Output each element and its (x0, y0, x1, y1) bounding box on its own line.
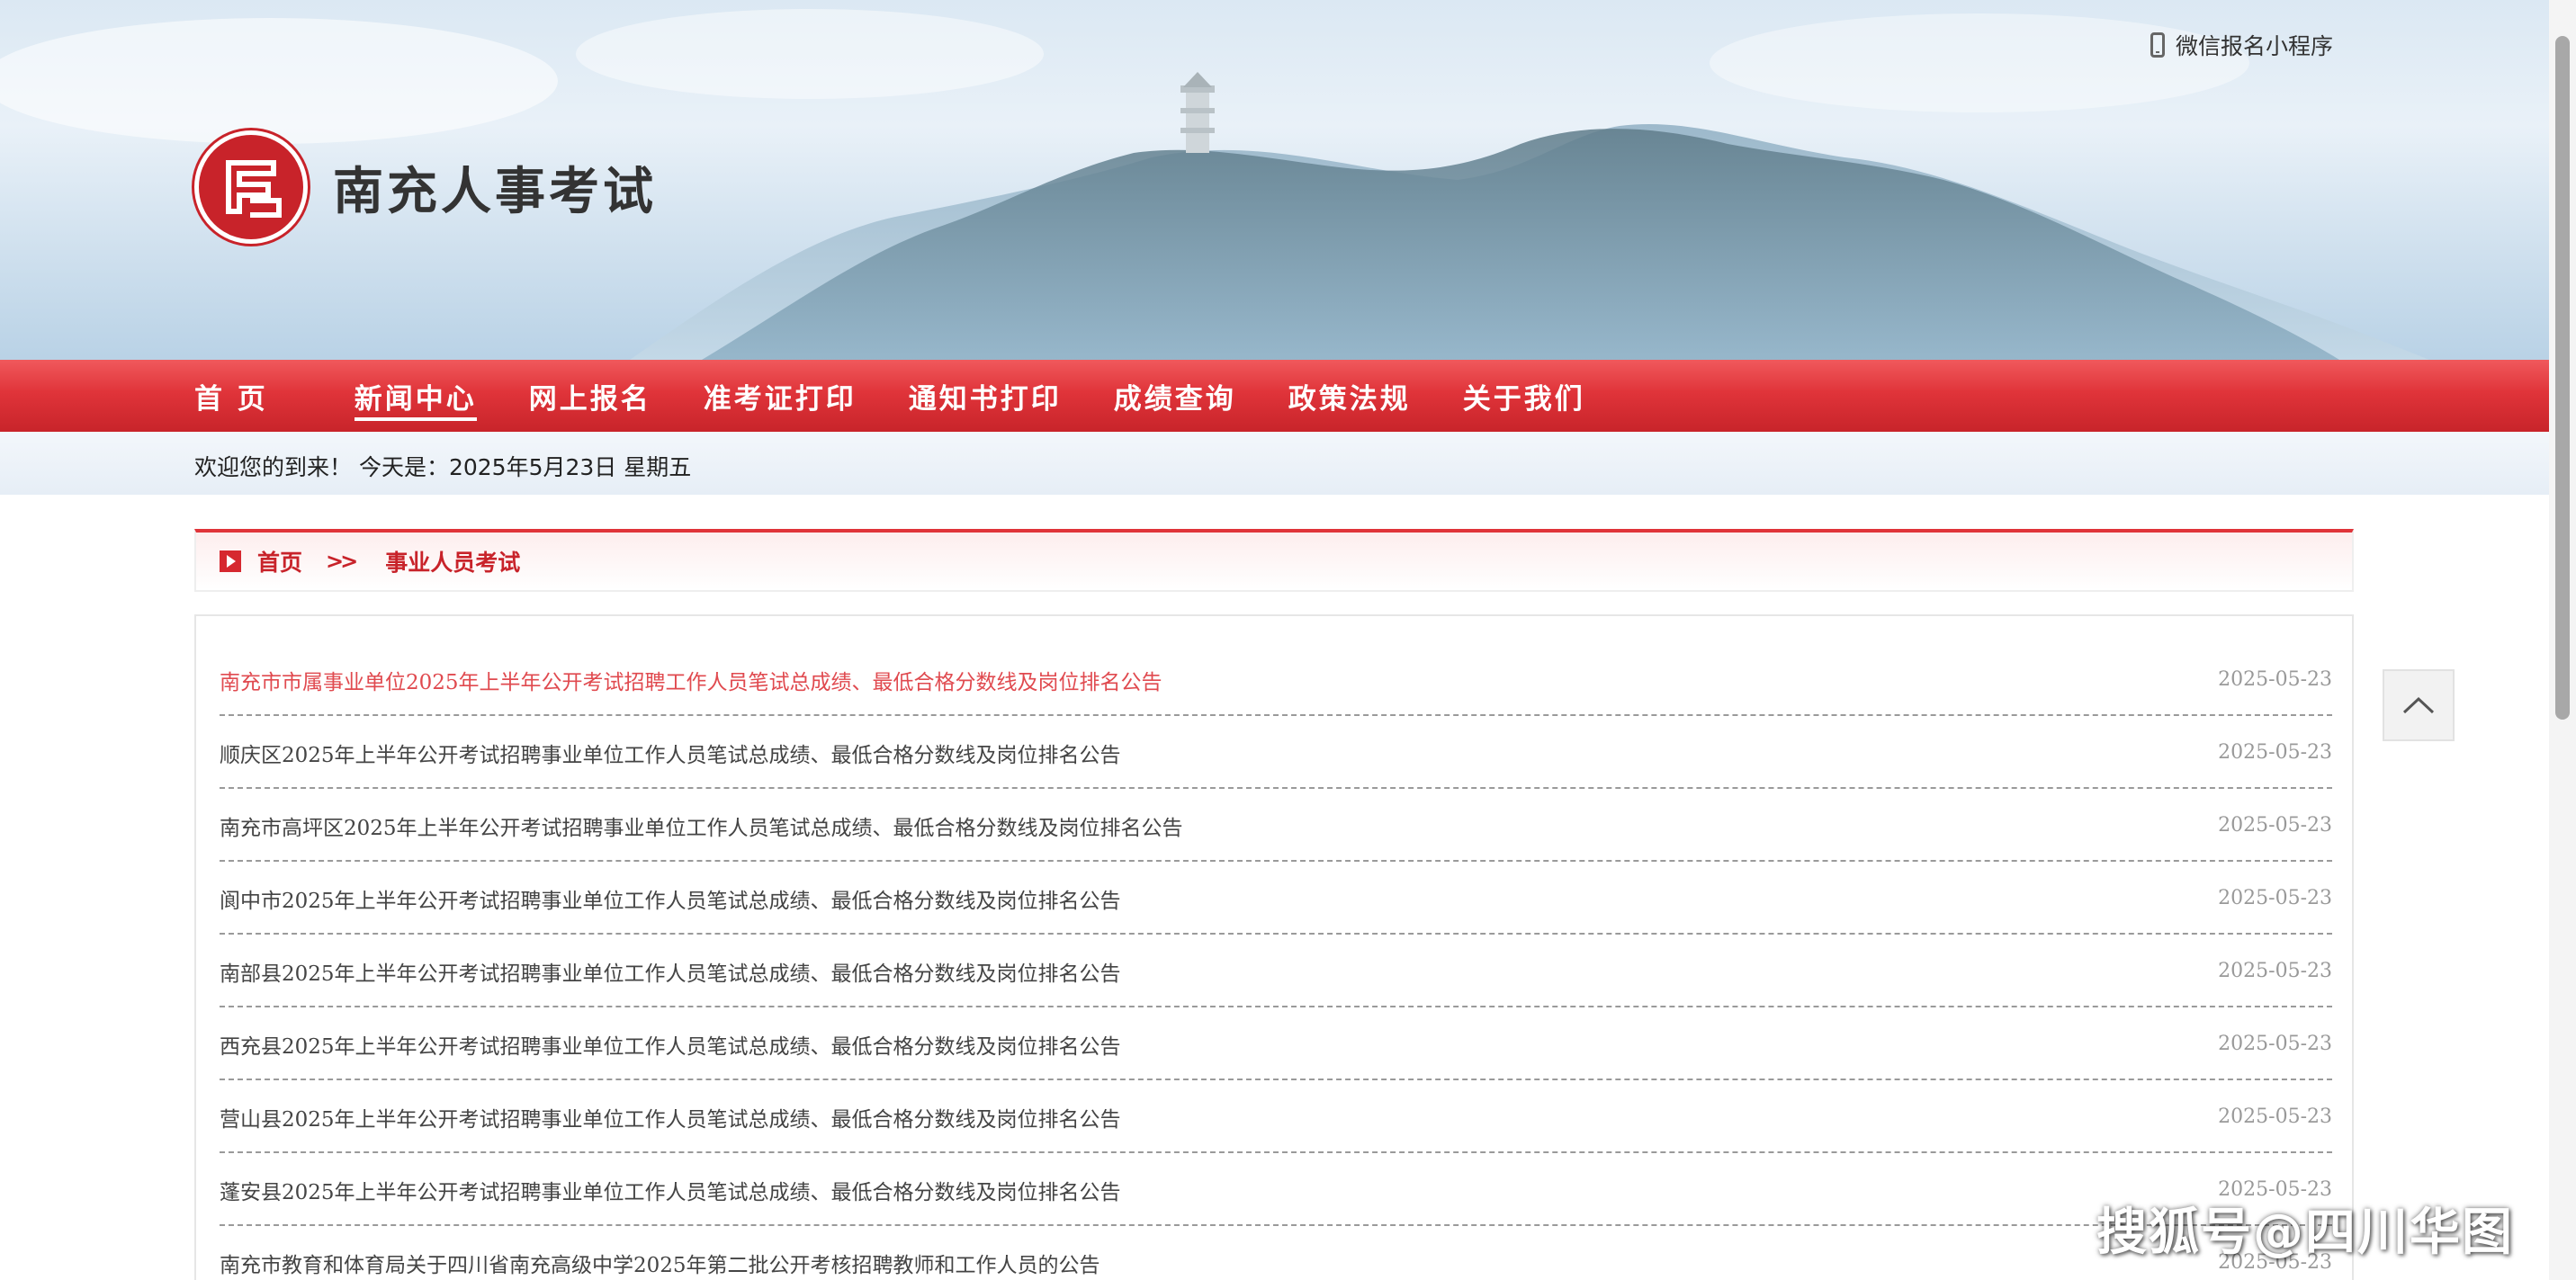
site-title: 南充人事考试 (333, 162, 657, 221)
nav-item-score-query[interactable]: 成绩查询 (1114, 360, 1236, 432)
article-date: 2025-05-23 (2218, 887, 2332, 909)
article-date: 2025-05-23 (2218, 1105, 2332, 1128)
article-date: 2025-05-23 (2218, 741, 2332, 764)
header-banner: 微信报名小程序 南充人事考试 (0, 0, 2549, 360)
play-icon (220, 550, 241, 572)
list-item[interactable]: 西充县2025年上半年公开考试招聘事业单位工作人员笔试总成绩、最低合格分数线及岗… (220, 1007, 2332, 1080)
breadcrumb-separator: >> (326, 549, 358, 574)
list-item[interactable]: 南充市教育和体育局关于四川省南充高级中学2025年第二批公开考核招聘教师和工作人… (220, 1226, 2332, 1280)
mini-program-link[interactable]: 微信报名小程序 (2150, 29, 2333, 61)
chevron-up-icon (2402, 696, 2435, 714)
article-date: 2025-05-23 (2218, 1033, 2332, 1055)
welcome-text: 欢迎您的到来！ 今天是：2025年5月23日 星期五 (194, 454, 692, 480)
article-title-link[interactable]: 西充县2025年上半年公开考试招聘事业单位工作人员笔试总成绩、最低合格分数线及岗… (220, 1029, 1121, 1060)
article-date: 2025-05-23 (2218, 814, 2332, 837)
article-title-link[interactable]: 蓬安县2025年上半年公开考试招聘事业单位工作人员笔试总成绩、最低合格分数线及岗… (220, 1175, 1121, 1205)
article-title-link[interactable]: 顺庆区2025年上半年公开考试招聘事业单位工作人员笔试总成绩、最低合格分数线及岗… (220, 738, 1121, 768)
article-list: 南充市市属事业单位2025年上半年公开考试招聘工作人员笔试总成绩、最低合格分数线… (220, 643, 2332, 1280)
article-list-box: 南充市市属事业单位2025年上半年公开考试招聘工作人员笔试总成绩、最低合格分数线… (194, 614, 2354, 1280)
nav-item-news-center[interactable]: 新闻中心 (354, 360, 477, 432)
article-title-link[interactable]: 南充市教育和体育局关于四川省南充高级中学2025年第二批公开考核招聘教师和工作人… (220, 1248, 1100, 1278)
article-title-link[interactable]: 南充市高坪区2025年上半年公开考试招聘事业单位工作人员笔试总成绩、最低合格分数… (220, 810, 1183, 841)
nav-item-home[interactable]: 首 页 (194, 360, 268, 432)
list-item[interactable]: 顺庆区2025年上半年公开考试招聘事业单位工作人员笔试总成绩、最低合格分数线及岗… (220, 716, 2332, 789)
mini-program-label: 微信报名小程序 (2175, 33, 2333, 59)
list-item[interactable]: 南充市市属事业单位2025年上半年公开考试招聘工作人员笔试总成绩、最低合格分数线… (220, 643, 2332, 716)
seal-logo-icon (194, 130, 308, 244)
article-title-link[interactable]: 南充市市属事业单位2025年上半年公开考试招聘工作人员笔试总成绩、最低合格分数线… (220, 665, 1162, 695)
nav-item-notice-print[interactable]: 通知书打印 (909, 360, 1062, 432)
back-to-top-button[interactable] (2383, 669, 2455, 741)
phone-icon (2150, 32, 2165, 58)
list-item[interactable]: 营山县2025年上半年公开考试招聘事业单位工作人员笔试总成绩、最低合格分数线及岗… (220, 1080, 2332, 1153)
breadcrumb-home-link[interactable]: 首页 (257, 545, 302, 577)
main-nav: 首 页 新闻中心 网上报名 准考证打印 通知书打印 成绩查询 政策法规 关于我们 (0, 360, 2549, 432)
article-title-link[interactable]: 南部县2025年上半年公开考试招聘事业单位工作人员笔试总成绩、最低合格分数线及岗… (220, 956, 1121, 987)
watermark-text: 搜狐号@四川华图 (2096, 1204, 2514, 1262)
welcome-bar: 欢迎您的到来！ 今天是：2025年5月23日 星期五 (0, 432, 2549, 495)
article-date: 2025-05-23 (2218, 960, 2332, 982)
page-scrollbar[interactable] (2549, 0, 2576, 1280)
list-item[interactable]: 南部县2025年上半年公开考试招聘事业单位工作人员笔试总成绩、最低合格分数线及岗… (220, 935, 2332, 1007)
list-item[interactable]: 阆中市2025年上半年公开考试招聘事业单位工作人员笔试总成绩、最低合格分数线及岗… (220, 862, 2332, 935)
scrollbar-thumb[interactable] (2555, 36, 2570, 720)
article-date: 2025-05-23 (2218, 668, 2332, 691)
nav-item-policies[interactable]: 政策法规 (1288, 360, 1411, 432)
breadcrumb-current-link[interactable]: 事业人员考试 (385, 545, 520, 577)
site-logo[interactable]: 南充人事考试 (194, 130, 657, 244)
list-item[interactable]: 蓬安县2025年上半年公开考试招聘事业单位工作人员笔试总成绩、最低合格分数线及岗… (220, 1153, 2332, 1226)
nav-item-admission-ticket-print[interactable]: 准考证打印 (704, 360, 857, 432)
nav-item-online-registration[interactable]: 网上报名 (529, 360, 651, 432)
nav-item-about-us[interactable]: 关于我们 (1463, 360, 1585, 432)
article-title-link[interactable]: 阆中市2025年上半年公开考试招聘事业单位工作人员笔试总成绩、最低合格分数线及岗… (220, 883, 1121, 914)
breadcrumb: 首页 >> 事业人员考试 (194, 529, 2354, 592)
list-item[interactable]: 南充市高坪区2025年上半年公开考试招聘事业单位工作人员笔试总成绩、最低合格分数… (220, 789, 2332, 862)
article-title-link[interactable]: 营山县2025年上半年公开考试招聘事业单位工作人员笔试总成绩、最低合格分数线及岗… (220, 1102, 1121, 1132)
